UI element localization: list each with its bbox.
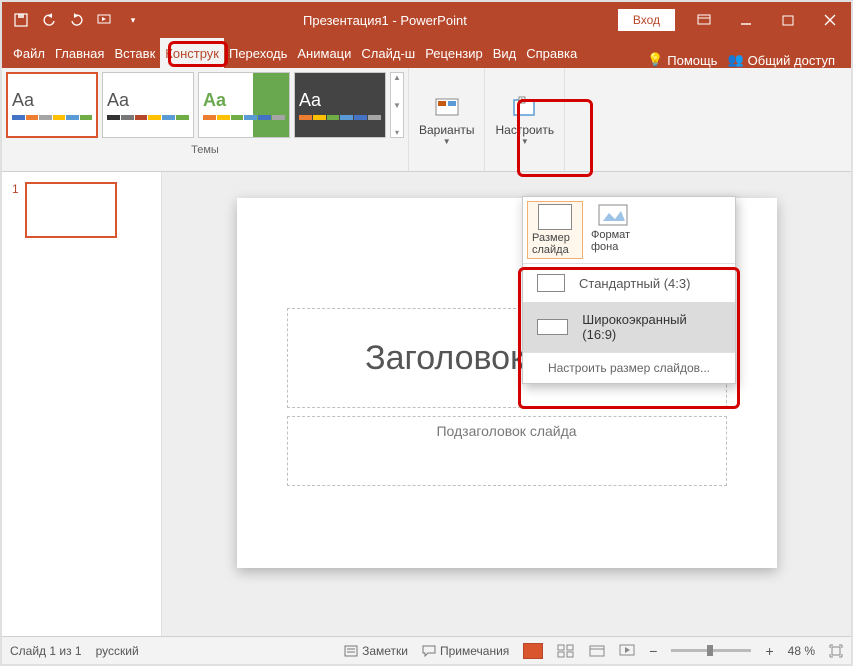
minimize-icon[interactable]: [725, 2, 767, 38]
variants-label: Варианты: [419, 123, 474, 137]
subtitle-text: Подзаголовок слайда: [436, 423, 576, 439]
size-standard-option[interactable]: Стандартный (4:3): [523, 264, 735, 302]
zoom-out-button[interactable]: −: [649, 643, 657, 659]
maximize-icon[interactable]: [767, 2, 809, 38]
theme-thumb-1[interactable]: Aa: [6, 72, 98, 138]
redo-icon[interactable]: [64, 7, 90, 33]
comments-button[interactable]: Примечания: [422, 644, 509, 658]
tab-home[interactable]: Главная: [50, 38, 109, 68]
tab-view[interactable]: Вид: [488, 38, 522, 68]
theme-thumb-3[interactable]: Aa: [198, 72, 290, 138]
tab-slideshow[interactable]: Слайд-ш: [356, 38, 420, 68]
tab-insert[interactable]: Вставк: [109, 38, 160, 68]
title-bar: ▾ Презентация1 - PowerPoint Вход: [2, 2, 851, 38]
qa-more-icon[interactable]: ▾: [120, 7, 146, 33]
tab-design[interactable]: Конструк: [160, 38, 224, 68]
reading-icon: [589, 644, 605, 658]
variants-button[interactable]: Варианты ▼: [409, 68, 485, 171]
size-custom-option[interactable]: Настроить размер слайдов...: [523, 352, 735, 383]
setup-label: Настроить: [495, 123, 554, 137]
size-wide-option[interactable]: Широкоэкранный (16:9): [523, 302, 735, 352]
start-slideshow-icon[interactable]: [92, 7, 118, 33]
chevron-down-icon: ▼: [521, 137, 529, 146]
share-icon: 👥: [727, 52, 743, 68]
format-background-icon: [597, 203, 631, 229]
bulb-icon: 💡: [647, 52, 663, 68]
undo-icon[interactable]: [36, 7, 62, 33]
notes-button[interactable]: Заметки: [344, 644, 408, 658]
tab-transitions[interactable]: Переходь: [224, 38, 292, 68]
themes-down-icon[interactable]: ▼: [391, 101, 403, 110]
view-reading-button[interactable]: [589, 644, 605, 658]
slideshow-icon: [619, 644, 635, 658]
themes-up-icon[interactable]: ▲: [391, 73, 403, 82]
window-title: Презентация1 - PowerPoint: [152, 13, 618, 28]
themes-group: Aa Aa Aa Aa ▲ ▼ ▾ Темы: [2, 68, 409, 171]
variants-icon: [431, 93, 463, 121]
size-custom-label: Настроить размер слайдов...: [548, 361, 710, 375]
comments-icon: [422, 645, 436, 657]
chevron-down-icon: ▼: [443, 137, 451, 146]
zoom-value[interactable]: 48 %: [788, 644, 815, 658]
themes-more-icon[interactable]: ▾: [391, 128, 403, 137]
ribbon-tabs: Файл Главная Вставк Конструк Переходь Ан…: [2, 38, 851, 68]
ribbon: Aa Aa Aa Aa ▲ ▼ ▾ Темы: [2, 68, 851, 172]
size-wide-label: Широкоэкранный (16:9): [582, 312, 721, 342]
tab-help[interactable]: Справка: [521, 38, 582, 68]
save-icon[interactable]: [8, 7, 34, 33]
share-button[interactable]: 👥 Общий доступ: [727, 52, 835, 68]
slide-size-icon: [538, 204, 572, 230]
slide-size-button[interactable]: Размер слайда: [527, 201, 583, 259]
view-sorter-button[interactable]: [557, 644, 575, 658]
setup-icon: [509, 93, 541, 121]
thumb-number: 1: [12, 182, 19, 238]
view-normal-button[interactable]: [523, 643, 543, 659]
notes-label: Заметки: [362, 644, 408, 658]
aspect-16-9-icon: [537, 319, 568, 335]
window-controls: [683, 2, 851, 38]
theme-thumb-4[interactable]: Aa: [294, 72, 386, 138]
format-background-label: Формат фона: [591, 229, 637, 253]
close-icon[interactable]: [809, 2, 851, 38]
zoom-slider[interactable]: [671, 649, 751, 652]
share-label: Общий доступ: [748, 53, 835, 68]
login-button[interactable]: Вход: [618, 9, 675, 31]
subtitle-placeholder[interactable]: Подзаголовок слайда: [287, 416, 727, 486]
themes-label: Темы: [191, 144, 219, 156]
tell-me-label: Помощь: [667, 53, 717, 68]
fit-icon: [829, 644, 843, 658]
slide-size-label: Размер слайда: [532, 232, 578, 256]
slide-canvas[interactable]: Заголовок слайда Подзаголовок слайда: [162, 172, 851, 636]
status-slide-count: Слайд 1 из 1: [10, 644, 82, 658]
slide-size-dropdown: Размер слайда Формат фона Стандартный (4…: [522, 196, 736, 384]
sorter-icon: [557, 644, 575, 658]
format-background-button[interactable]: Формат фона: [587, 201, 641, 259]
theme-thumb-2[interactable]: Aa: [102, 72, 194, 138]
aspect-4-3-icon: [537, 274, 565, 292]
tell-me[interactable]: 💡 Помощь: [647, 52, 717, 68]
ribbon-display-icon[interactable]: [683, 2, 725, 38]
zoom-in-button[interactable]: +: [765, 643, 773, 659]
slide-thumbnail-1[interactable]: [25, 182, 117, 238]
tab-file[interactable]: Файл: [8, 38, 50, 68]
fit-to-window-button[interactable]: [829, 644, 843, 658]
setup-button[interactable]: Настроить ▼: [485, 68, 565, 171]
status-bar: Слайд 1 из 1 русский Заметки Примечания …: [2, 636, 851, 664]
view-slideshow-button[interactable]: [619, 644, 635, 658]
slide-thumbnails-pane: 1: [2, 172, 162, 636]
quick-access: ▾: [2, 7, 152, 33]
size-standard-label: Стандартный (4:3): [579, 276, 690, 291]
tab-review[interactable]: Рецензир: [420, 38, 488, 68]
notes-icon: [344, 645, 358, 657]
tab-animations[interactable]: Анимаци: [292, 38, 356, 68]
status-language[interactable]: русский: [96, 644, 139, 658]
comments-label: Примечания: [440, 644, 509, 658]
